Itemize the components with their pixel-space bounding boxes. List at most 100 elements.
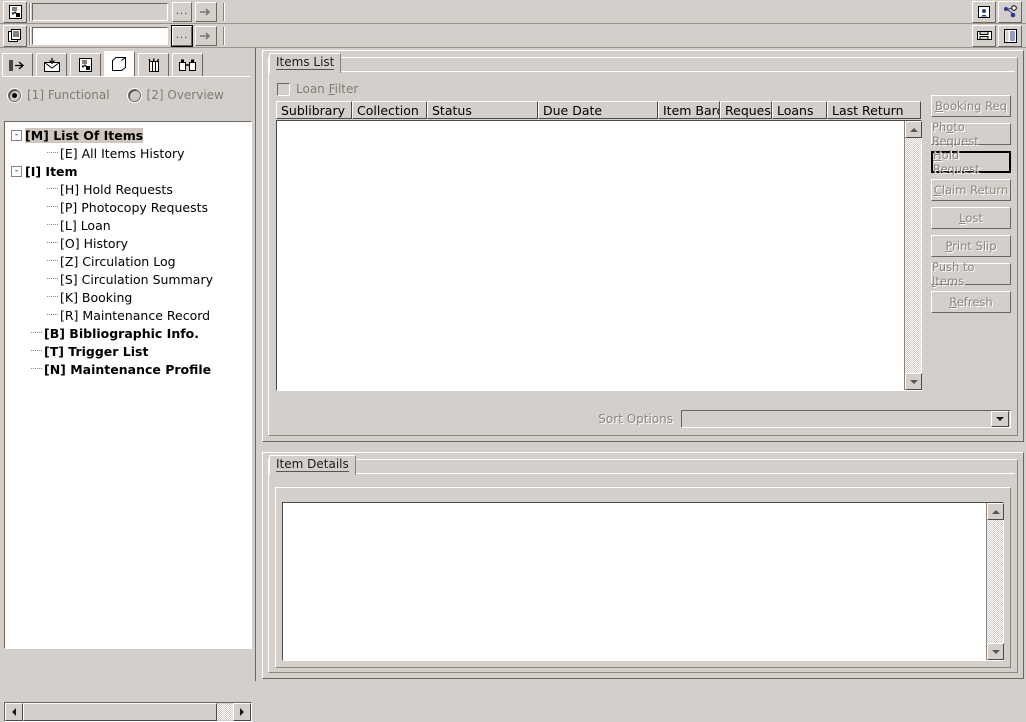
button-push-to-items[interactable]: Push to Items — [931, 260, 1011, 288]
tree-item[interactable]: [N] Maintenance Profile — [9, 360, 251, 378]
grid-scroll-track[interactable] — [905, 138, 921, 373]
items-grid-vertical-scrollbar[interactable] — [904, 121, 922, 390]
sidebar-horizontal-scrollbar[interactable] — [4, 702, 252, 722]
tree-expander-icon[interactable]: - — [11, 165, 22, 177]
details-scroll-down-button[interactable] — [987, 643, 1004, 660]
button-print-slip[interactable]: Print Slip — [931, 235, 1011, 257]
grid-column-header[interactable]: Sublibrary — [276, 101, 352, 119]
arrow-up-icon — [909, 127, 918, 132]
button-photo-request[interactable]: Photo Request — [931, 120, 1011, 148]
save-floppy-icon[interactable] — [972, 24, 996, 47]
tree-item[interactable]: - [M] List Of Items — [9, 126, 251, 144]
document-page-icon-svg — [8, 4, 22, 19]
sidebar-mode-radios: [1] Functional [2] Overview — [8, 88, 224, 102]
scroll-thumb[interactable] — [23, 703, 217, 721]
barcode-field-1[interactable] — [32, 2, 168, 21]
tree-item[interactable]: [E] All Items History — [9, 144, 251, 162]
sidebar-tab-search[interactable] — [172, 53, 203, 77]
item-details-content[interactable] — [282, 502, 1004, 661]
tree-item-label: [M] List Of Items — [25, 127, 144, 143]
scroll-right-button[interactable] — [233, 703, 251, 721]
toolbar-divider-3 — [29, 26, 30, 45]
grid-column-header[interactable]: Item Barco — [658, 101, 720, 119]
grid-column-header[interactable]: Loans — [772, 101, 827, 119]
mode-overview[interactable]: [2] Overview — [127, 88, 224, 102]
details-scroll-up-button[interactable] — [987, 503, 1004, 520]
patron-portrait-icon[interactable] — [972, 0, 996, 23]
items-grid-body[interactable] — [276, 120, 922, 391]
button-hold-request[interactable]: Hold Request — [931, 148, 1011, 176]
scroll-track[interactable] — [217, 704, 233, 720]
document-page-icon[interactable] — [3, 0, 27, 23]
tab-items-list[interactable]: Items List — [269, 53, 342, 73]
tree-item[interactable]: [O] History — [9, 234, 251, 252]
button-label: Hold Request — [933, 148, 980, 176]
list-document-icon[interactable] — [998, 24, 1022, 47]
button-label: Refresh — [949, 295, 993, 309]
radio-functional-dot — [8, 88, 21, 102]
tree-item[interactable]: [Z] Circulation Log — [9, 252, 251, 270]
book-stack-icon[interactable] — [3, 24, 27, 47]
loan-filter-row[interactable]: Loan Filter — [277, 82, 358, 96]
tree-item[interactable]: [R] Maintenance Record — [9, 306, 251, 324]
tree-connector — [47, 242, 58, 244]
navigation-tree[interactable]: - [M] List Of Items [E] All Items History -… — [4, 121, 252, 649]
sidebar-tab-page[interactable] — [70, 53, 101, 77]
items-action-buttons: Booking Req Photo Request Hold Request Clai… — [931, 95, 1011, 313]
button-label: Claim Return — [933, 183, 1009, 197]
sidebar-tab-underline — [2, 76, 250, 77]
mode-functional[interactable]: [1] Functional — [8, 88, 110, 102]
items-list-tab-header: Items List — [269, 53, 342, 73]
scroll-left-button[interactable] — [5, 703, 23, 721]
sidebar-tab-inbox[interactable] — [36, 53, 67, 77]
item-details-vertical-scrollbar[interactable] — [986, 503, 1004, 660]
sidebar-tab-tulip[interactable] — [138, 53, 169, 77]
mode-overview-label: [2] Overview — [146, 88, 224, 102]
network-tree-icon[interactable] — [998, 0, 1022, 23]
barcode-field-2[interactable] — [32, 26, 168, 45]
browse-button-1[interactable]: ... — [172, 1, 192, 22]
button-refresh[interactable]: Refresh — [931, 291, 1011, 313]
tab-item-details[interactable]: Item Details — [269, 455, 356, 475]
toolbar-right-icons-2 — [970, 24, 1026, 47]
sort-options-dropdown-button[interactable] — [991, 411, 1009, 427]
grid-column-header[interactable]: Last Return — [827, 101, 921, 119]
tree-item[interactable]: [L] Loan — [9, 216, 251, 234]
sort-options-dropdown[interactable] — [681, 410, 1011, 428]
go-button-2[interactable] — [195, 25, 217, 46]
arrow-right-icon-scroll — [240, 708, 244, 716]
tree-item[interactable]: [B] Bibliographic Info. — [9, 324, 251, 342]
arrow-out-icon — [9, 59, 24, 71]
tree-item[interactable]: [S] Circulation Summary — [9, 270, 251, 288]
button-lost[interactable]: Lost — [931, 207, 1011, 229]
details-scroll-track[interactable] — [987, 520, 1003, 643]
tree-item[interactable]: [P] Photocopy Requests — [9, 198, 251, 216]
browse-button-2[interactable]: ... — [171, 24, 193, 47]
tree-item[interactable]: [K] Booking — [9, 288, 251, 306]
tree-expander-icon[interactable]: - — [11, 129, 22, 141]
loan-filter-checkbox[interactable] — [277, 82, 290, 96]
toolbar-row-1: ... — [0, 0, 1026, 24]
button-claim-return[interactable]: Claim Return — [931, 179, 1011, 201]
grid-column-header[interactable]: Collection — [352, 101, 427, 119]
grid-column-header[interactable]: Due Date — [538, 101, 658, 119]
grid-column-header[interactable]: Status — [427, 101, 538, 119]
tree-item[interactable]: - [I] Item — [9, 162, 251, 180]
sidebar-tab-arrow-out[interactable] — [2, 53, 33, 77]
tree-item[interactable]: [H] Hold Requests — [9, 180, 251, 198]
tree-item-label: [I] Item — [25, 163, 78, 179]
tree-connector — [31, 368, 42, 370]
list-document-icon-svg — [1003, 28, 1017, 43]
grid-scroll-up-button[interactable] — [905, 121, 922, 138]
button-label: Lost — [959, 211, 983, 225]
grid-column-header[interactable]: Reques — [720, 101, 772, 119]
tree-connector — [47, 152, 58, 154]
tree-connector — [31, 332, 42, 334]
go-button-1[interactable] — [195, 1, 217, 22]
items-list-panel: Items List Loan Filter Sublibrary Collect… — [262, 50, 1024, 442]
sidebar-tab-items[interactable] — [104, 51, 135, 77]
grid-scroll-down-button[interactable] — [905, 373, 922, 390]
button-booking-req[interactable]: Booking Req — [931, 95, 1011, 117]
tree-item[interactable]: [T] Trigger List — [9, 342, 251, 360]
tree-connector — [47, 188, 58, 190]
